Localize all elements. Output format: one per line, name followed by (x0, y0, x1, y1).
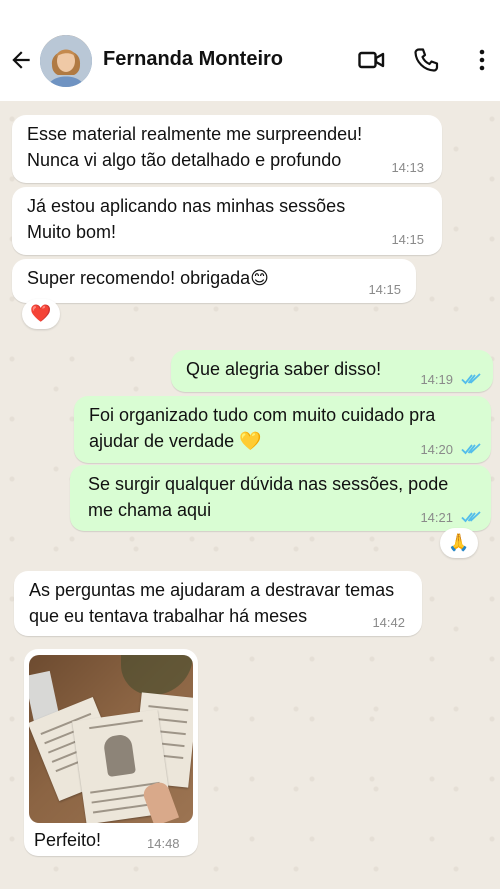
reaction-heart[interactable]: ❤️ (22, 299, 60, 329)
more-vert-icon[interactable] (470, 46, 498, 74)
photo-thumbnail[interactable] (29, 655, 193, 823)
contact-name[interactable]: Fernanda Monteiro (103, 48, 283, 71)
message-time: 14:15 (391, 232, 424, 247)
message-bubble-incoming[interactable]: Já estou aplicando nas minhas sessões Mu… (12, 187, 442, 255)
message-text: Que alegria saber disso! (186, 359, 382, 379)
message-text: Foi organizado tudo com muito cuidado pr… (89, 405, 436, 451)
message-bubble-outgoing[interactable]: Foi organizado tudo com muito cuidado pr… (74, 396, 491, 463)
illustrated-face (102, 733, 136, 778)
video-call-icon[interactable] (357, 46, 385, 74)
message-time: 14:42 (372, 615, 405, 630)
plant-shadow (121, 655, 193, 695)
avatar[interactable] (40, 35, 92, 87)
message-time: 14:15 (368, 282, 401, 297)
message-text: Já estou aplicando nas minhas sessões Mu… (27, 196, 346, 242)
double-check-icon (461, 373, 481, 385)
message-text: Esse material realmente me surpreendeu! … (27, 124, 363, 170)
phone-icon[interactable] (412, 46, 440, 74)
chat-area[interactable]: Esse material realmente me surpreendeu! … (0, 101, 500, 889)
message-time: 14:48 (147, 836, 180, 851)
message-bubble-incoming[interactable]: Super recomendo! obrigada😊 14:15 (12, 259, 416, 303)
message-text: As perguntas me ajudaram a destravar tem… (29, 580, 395, 626)
message-bubble-incoming[interactable]: Esse material realmente me surpreendeu! … (12, 115, 442, 183)
message-bubble-outgoing[interactable]: Que alegria saber disso! 14:19 (171, 350, 493, 392)
back-arrow-icon[interactable] (8, 47, 34, 73)
message-time: 14:21 (420, 510, 453, 525)
message-bubble-outgoing[interactable]: Se surgir qualquer dúvida nas sessões, p… (70, 465, 491, 531)
double-check-icon (461, 443, 481, 455)
double-check-icon (461, 511, 481, 523)
image-caption: Perfeito! (34, 830, 102, 850)
message-text: Se surgir qualquer dúvida nas sessões, p… (88, 474, 449, 520)
message-time: 14:19 (420, 372, 453, 387)
message-time: 14:13 (391, 160, 424, 175)
message-time: 14:20 (420, 442, 453, 457)
chat-header: Fernanda Monteiro (0, 0, 500, 101)
message-text: Super recomendo! obrigada😊 (27, 268, 269, 288)
reaction-pray[interactable]: 🙏 (440, 528, 478, 558)
hand-shape (140, 779, 180, 823)
message-bubble-incoming[interactable]: As perguntas me ajudaram a destravar tem… (14, 571, 422, 636)
